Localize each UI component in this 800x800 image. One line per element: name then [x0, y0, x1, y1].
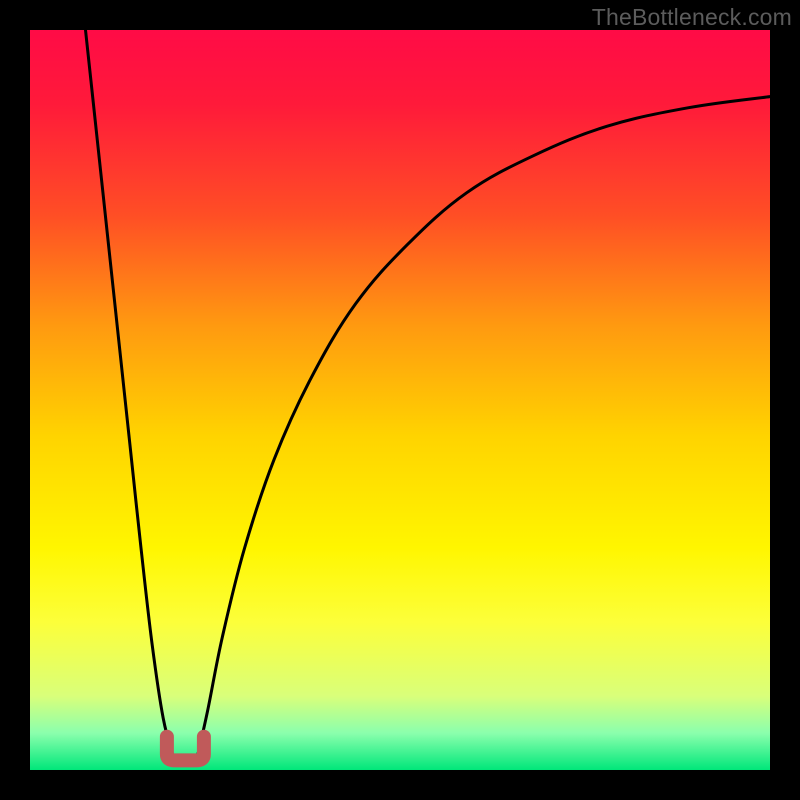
chart-frame: TheBottleneck.com [0, 0, 800, 800]
chart-svg [30, 30, 770, 770]
plot-area [30, 30, 770, 770]
watermark-text: TheBottleneck.com [592, 4, 792, 31]
gradient-background [30, 30, 770, 770]
